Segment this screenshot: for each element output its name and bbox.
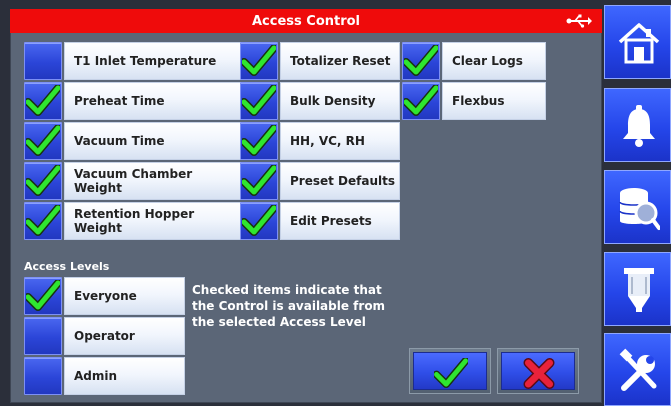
edit-presets-label[interactable]: Edit Presets <box>280 202 400 240</box>
checkmark-icon <box>242 85 276 116</box>
checkmark-icon <box>26 165 60 196</box>
checkmark-icon <box>434 358 468 389</box>
checkmark-icon <box>404 85 438 116</box>
checkmark-icon <box>26 85 60 116</box>
preheat-time-label[interactable]: Preheat Time <box>64 82 242 120</box>
vacuum-chamber-weight-checkbox[interactable] <box>24 162 62 200</box>
t1-inlet-temperature-checkbox[interactable] <box>24 42 62 80</box>
checkmark-icon <box>242 45 276 76</box>
retention-hopper-weight-label[interactable]: Retention Hopper Weight <box>64 202 242 240</box>
usb-icon <box>566 14 592 28</box>
flexbus-label[interactable]: Flexbus <box>442 82 546 120</box>
totalizer-reset-checkbox[interactable] <box>240 42 278 80</box>
totalizer-reset-label[interactable]: Totalizer Reset <box>280 42 400 80</box>
preset-defaults-label[interactable]: Preset Defaults <box>280 162 400 200</box>
bulk-density-checkbox[interactable] <box>240 82 278 120</box>
settings-button[interactable] <box>604 333 671 406</box>
access-control-screen: Access Control T1 Inlet Temperature Preh… <box>0 0 671 406</box>
access-level-operator-checkbox[interactable] <box>24 317 62 355</box>
cancel-button[interactable] <box>497 348 579 394</box>
t1-inlet-temperature-label[interactable]: T1 Inlet Temperature <box>64 42 242 80</box>
hopper-button[interactable] <box>604 252 671 326</box>
hh-vc-rh-label[interactable]: HH, VC, RH <box>280 122 400 160</box>
home-button[interactable] <box>604 5 671 79</box>
hopper-icon <box>624 268 654 312</box>
access-level-operator-label[interactable]: Operator <box>64 317 185 355</box>
checkmark-icon <box>26 205 60 236</box>
checkmark-icon <box>26 125 60 156</box>
flexbus-checkbox[interactable] <box>402 82 440 120</box>
hh-vc-rh-checkbox[interactable] <box>240 122 278 160</box>
page-title: Access Control <box>251 13 361 29</box>
tools-icon <box>619 348 657 391</box>
checkmark-icon <box>242 205 276 236</box>
search-button[interactable] <box>604 170 671 244</box>
checkmark-icon <box>242 165 276 196</box>
vacuum-time-checkbox[interactable] <box>24 122 62 160</box>
retention-hopper-weight-checkbox[interactable] <box>24 202 62 240</box>
access-level-everyone-checkbox[interactable] <box>24 277 62 315</box>
access-level-admin-checkbox[interactable] <box>24 357 62 395</box>
access-level-info-text: Checked items indicate that the Control … <box>192 283 386 329</box>
edit-presets-checkbox[interactable] <box>240 202 278 240</box>
access-level-everyone-label[interactable]: Everyone <box>64 277 185 315</box>
checkmark-icon <box>26 280 60 311</box>
title-bar: Access Control <box>10 9 602 33</box>
preheat-time-checkbox[interactable] <box>24 82 62 120</box>
home-icon <box>618 23 660 64</box>
database-search-icon <box>619 188 660 230</box>
vacuum-chamber-weight-label[interactable]: Vacuum Chamber Weight <box>64 162 242 200</box>
confirm-button[interactable] <box>409 348 491 394</box>
x-icon <box>523 358 555 389</box>
clear-logs-checkbox[interactable] <box>402 42 440 80</box>
bell-icon <box>623 105 655 147</box>
vacuum-time-label[interactable]: Vacuum Time <box>64 122 242 160</box>
bulk-density-label[interactable]: Bulk Density <box>280 82 400 120</box>
clear-logs-label[interactable]: Clear Logs <box>442 42 546 80</box>
checkmark-icon <box>242 125 276 156</box>
checkmark-icon <box>404 45 438 76</box>
alarms-button[interactable] <box>604 88 671 162</box>
access-levels-heading: Access Levels <box>24 260 110 273</box>
preset-defaults-checkbox[interactable] <box>240 162 278 200</box>
access-level-admin-label[interactable]: Admin <box>64 357 185 395</box>
